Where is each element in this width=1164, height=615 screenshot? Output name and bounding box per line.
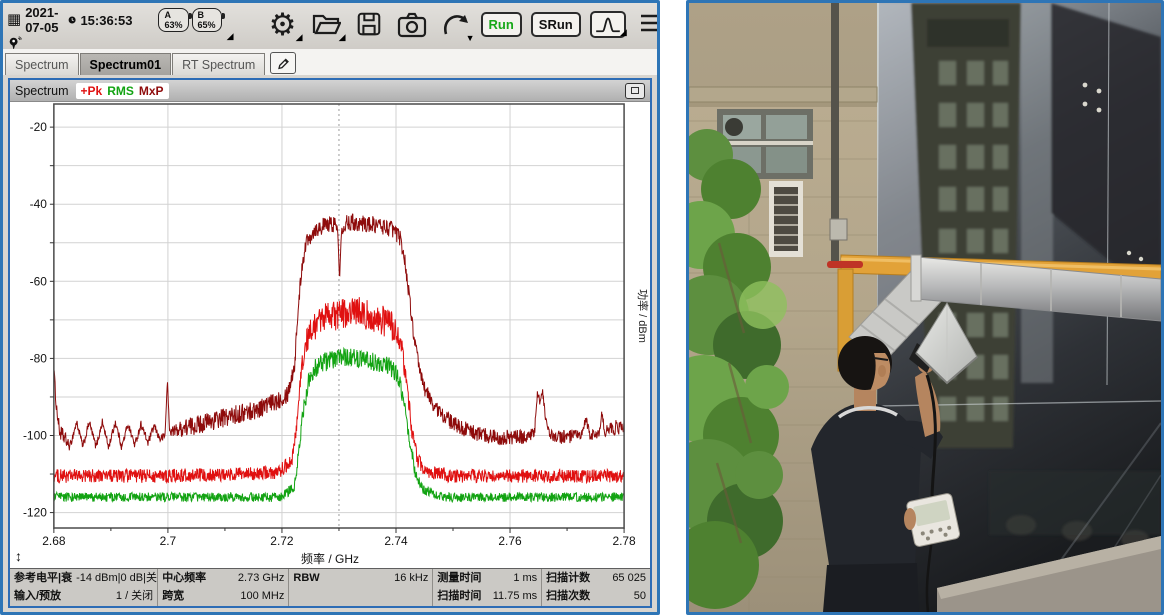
x-axis-title: 频率 / GHz — [301, 552, 359, 566]
toolbar-buttons: ⚙ ◢ ◢ — [266, 7, 660, 41]
legend-pk: +Pk — [81, 84, 103, 98]
settings-button[interactable]: ⚙ ◢ — [266, 7, 300, 41]
open-file-button[interactable]: ◢ — [309, 7, 343, 41]
battery-b-indicator: B 65% — [192, 8, 222, 32]
toolbar-date: 2021-07-05 — [25, 5, 64, 35]
parameter-bar: 参考电平|衰 -14 dBm|0 dB|关 输入/预放 1 / 关闭 中心频率 2.7… — [10, 568, 650, 606]
param-value: 11.75 ms — [493, 589, 537, 604]
battery-status[interactable]: A 63% B 65% ◢ — [158, 8, 231, 32]
maximize-icon — [631, 87, 639, 94]
tab-spectrum[interactable]: Spectrum — [5, 53, 79, 75]
svg-text:2.68: 2.68 — [42, 534, 66, 548]
maximize-button[interactable] — [625, 83, 645, 99]
param-label: 扫描计数 — [546, 571, 590, 586]
param-value: 2.73 GHz — [238, 571, 284, 586]
louver-niche — [769, 181, 803, 257]
dropdown-corner-icon: ◢ — [339, 32, 346, 43]
param-label: 中心频率 — [162, 571, 206, 586]
trousers — [823, 563, 919, 612]
param-label: 跨宽 — [162, 589, 184, 604]
photo-scene — [689, 3, 1161, 612]
param-center-freq[interactable]: 中心频率 2.73 GHz 跨宽 100 MHz — [157, 569, 288, 606]
tab-bar: Spectrum Spectrum01 RT Spectrum — [3, 49, 657, 75]
param-label: 测量时间 — [437, 571, 481, 586]
field-test-photo — [686, 0, 1164, 615]
param-value: 65 025 — [612, 571, 646, 586]
svg-text:-40: -40 — [30, 197, 48, 211]
figure-pair: ▦ 2021-07-05 15:36:53 A 63% B 65% — [0, 0, 1164, 615]
redo-button[interactable]: ▼ — [438, 7, 472, 41]
plot-title: Spectrum — [15, 84, 69, 98]
svg-text:-100: -100 — [23, 428, 47, 442]
plot-header: Spectrum +Pk RMS MxP — [10, 80, 650, 102]
param-label: 参考电平|衰 — [14, 571, 72, 586]
param-label: 扫描次数 — [546, 589, 590, 604]
x-axis-title-row: ↕ 频率 / GHz — [10, 550, 650, 568]
param-value: 50 — [634, 589, 646, 604]
run-button[interactable]: Run — [481, 12, 522, 37]
param-sweep-count[interactable]: 扫描计数 65 025 扫描次数 50 — [541, 569, 650, 606]
pencil-icon — [276, 56, 291, 71]
param-meas-time[interactable]: 测量时间 1 ms 扫描时间 11.75 ms — [432, 569, 541, 606]
spectrum-plot[interactable]: -20 -40 -60 -80 -100 -120 2.68 2.7 2.72 2.74 2.76 2… — [10, 102, 650, 550]
param-value: 100 MHz — [240, 589, 284, 604]
param-value: 1 / 关闭 — [116, 589, 153, 604]
camera-icon — [397, 10, 427, 38]
legend-rms: RMS — [107, 84, 134, 98]
folder-open-icon — [311, 10, 341, 38]
wall-vent — [725, 118, 743, 136]
svg-text:2.72: 2.72 — [270, 534, 294, 548]
param-value: -14 dBm|0 dB|关 — [76, 571, 157, 586]
left-hand — [904, 508, 916, 530]
param-ref-level[interactable]: 参考电平|衰 -14 dBm|0 dB|关 输入/预放 1 / 关闭 — [10, 569, 157, 606]
trace-legend: +Pk RMS MxP — [76, 83, 169, 99]
svg-text:2.74: 2.74 — [384, 534, 408, 548]
param-label: 扫描时间 — [437, 589, 481, 604]
gear-icon: ⚙ — [269, 9, 297, 40]
clock-icon — [68, 13, 76, 27]
legend-mxp: MxP — [139, 84, 164, 98]
param-value: 1 ms — [513, 571, 537, 586]
dropdown-corner-icon: ◢ — [620, 27, 627, 38]
wall-meter-box — [830, 219, 847, 240]
menu-button[interactable]: ▼ — [635, 7, 660, 41]
screenshot-button[interactable] — [395, 7, 429, 41]
calendar-icon[interactable]: ▦ — [7, 13, 21, 27]
svg-text:-80: -80 — [30, 351, 48, 365]
ear — [878, 365, 886, 377]
param-label: RBW — [293, 571, 319, 586]
save-button[interactable] — [352, 7, 386, 41]
spectrum-window: Spectrum +Pk RMS MxP -20 -40 -60 -80 -100 -12… — [8, 78, 652, 608]
spectrum-view-button[interactable]: ◢ — [590, 11, 626, 38]
param-value: 16 kHz — [394, 571, 428, 586]
svg-text:2.7: 2.7 — [160, 534, 177, 548]
scale-updown-icon[interactable]: ↕ — [15, 548, 22, 564]
svg-text:2.76: 2.76 — [498, 534, 522, 548]
svg-text:-120: -120 — [23, 506, 47, 520]
toolbar-time: 15:36:53 — [80, 13, 132, 28]
spectrum-curve-icon — [594, 14, 622, 34]
toolbar: ▦ 2021-07-05 15:36:53 A 63% B 65% — [3, 3, 657, 49]
dropdown-corner-icon: ◢ — [227, 31, 234, 42]
svg-text:-20: -20 — [30, 120, 48, 134]
svg-text:-60: -60 — [30, 274, 48, 288]
hamburger-menu-icon — [639, 12, 660, 36]
param-rbw[interactable]: RBW 16 kHz — [288, 569, 432, 606]
battery-a-indicator: A 63% — [158, 8, 188, 32]
spectrum-analyzer-screenshot: ▦ 2021-07-05 15:36:53 A 63% B 65% — [0, 0, 660, 615]
spectrum-chart-svg: -20 -40 -60 -80 -100 -120 2.68 2.7 2.72 2.74 2.76 2… — [10, 102, 650, 550]
red-valve — [827, 261, 863, 268]
tab-rt-spectrum[interactable]: RT Spectrum — [172, 53, 265, 75]
svg-text:功率 / dBm: 功率 / dBm — [636, 289, 650, 343]
edit-tabs-button[interactable] — [270, 52, 296, 74]
svg-text:2.78: 2.78 — [612, 534, 636, 548]
dropdown-corner-icon: ◢ — [296, 32, 303, 43]
single-run-button[interactable]: SRun — [531, 12, 581, 37]
tab-spectrum01[interactable]: Spectrum01 — [80, 53, 172, 75]
dropdown-corner-icon: ▼ — [466, 33, 475, 43]
datetime-block: ▦ 2021-07-05 15:36:53 — [7, 5, 132, 52]
save-icon — [355, 10, 383, 38]
param-label: 输入/预放 — [14, 589, 61, 604]
